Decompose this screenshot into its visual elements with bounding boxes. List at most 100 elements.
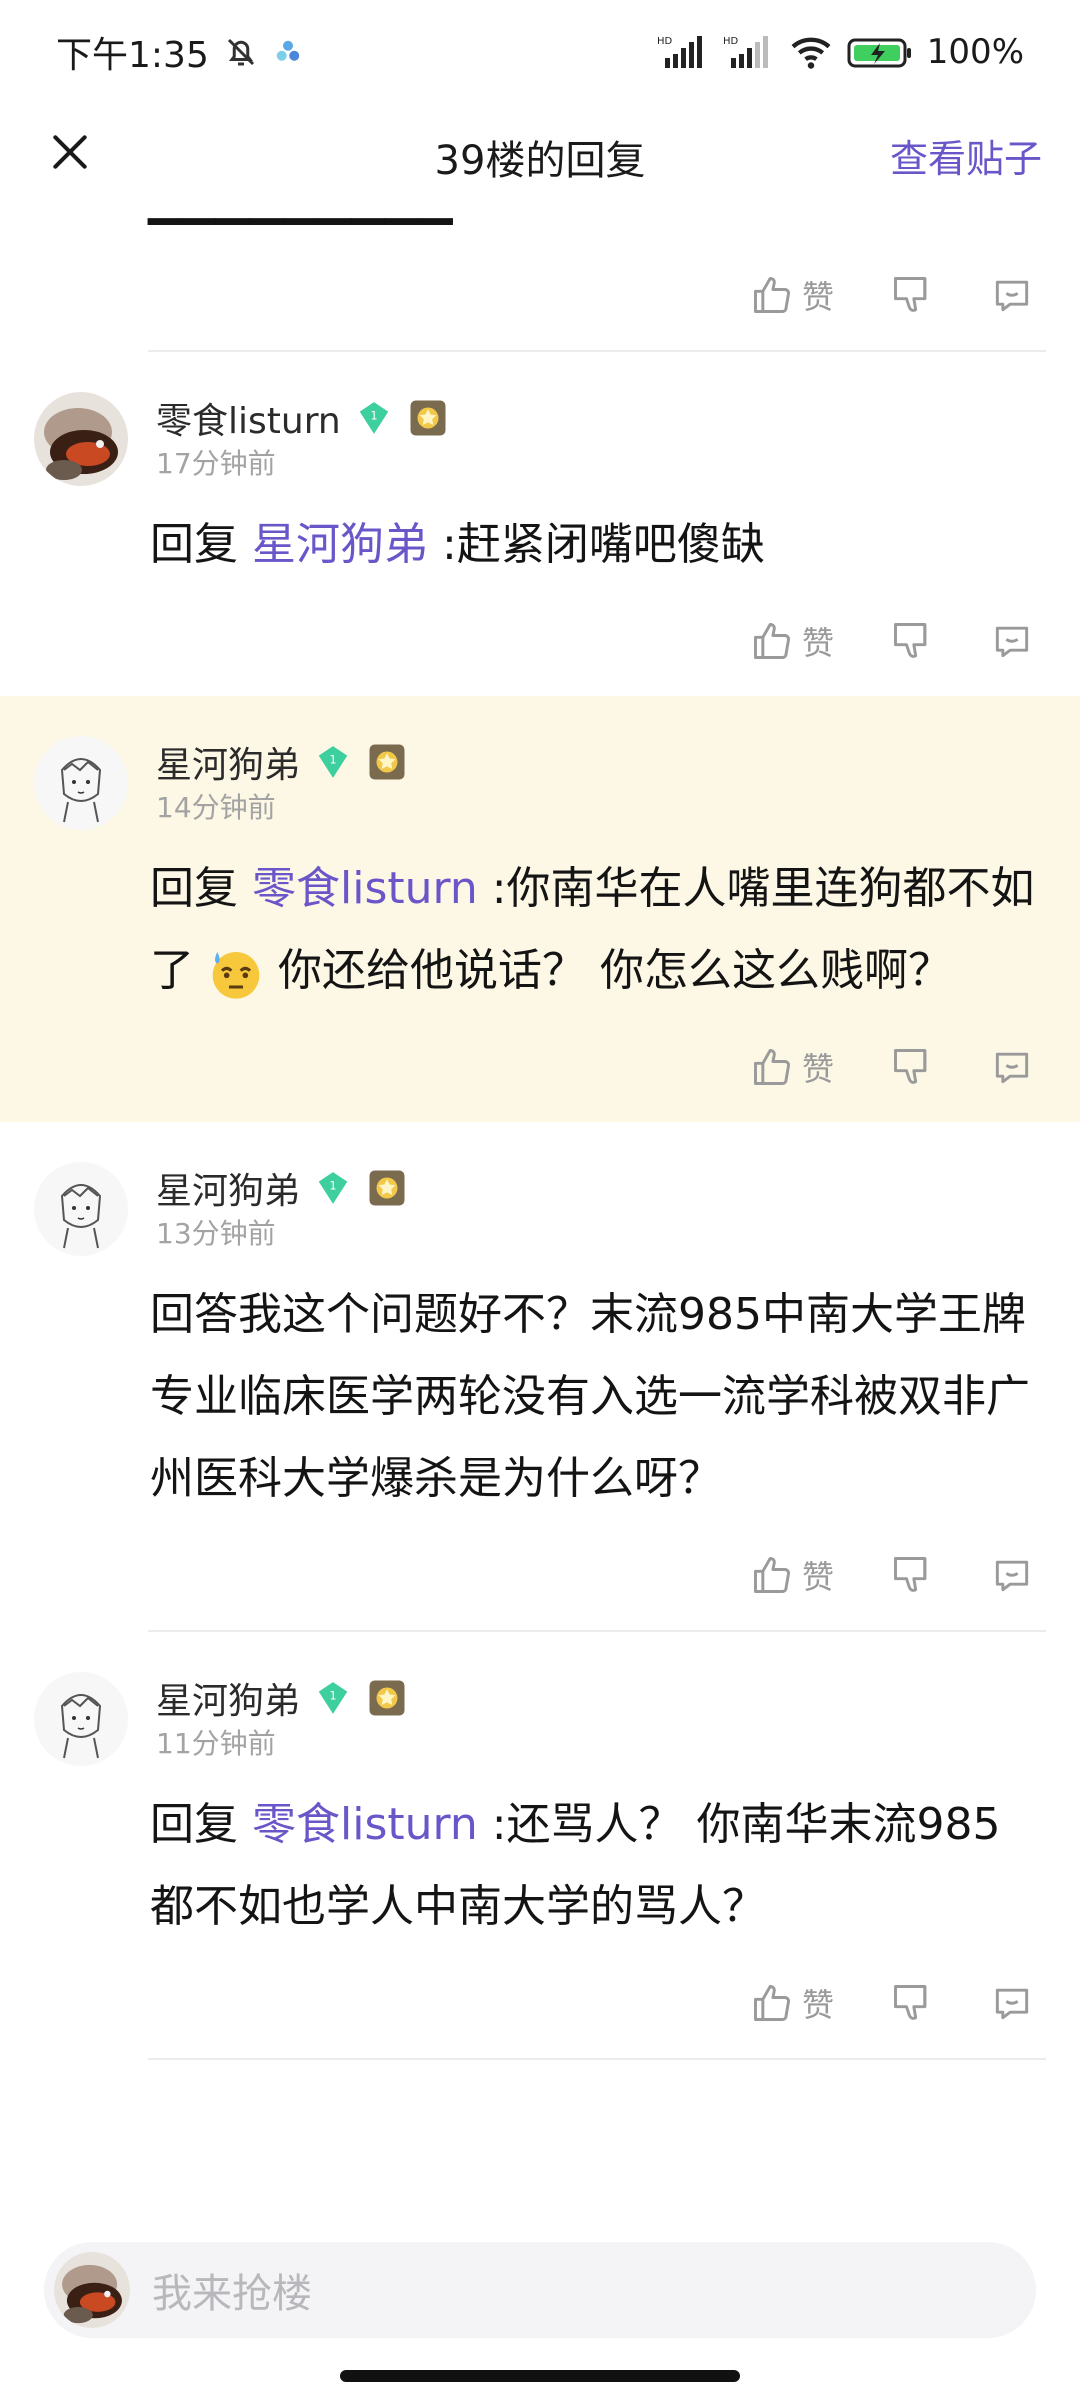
avatar[interactable]	[34, 736, 128, 830]
comment-text: :赶紧闭嘴吧傻缺	[442, 519, 765, 570]
comment-time: 17分钟前	[156, 447, 276, 480]
comment-actions: 赞	[0, 240, 1080, 350]
reply-prefix: 回复	[150, 1799, 238, 1850]
level-badge-icon: 1	[318, 1172, 348, 1204]
comment-icon	[995, 1560, 1029, 1592]
dislike-button[interactable]	[890, 1553, 934, 1597]
hd-signal-icon: HD	[723, 36, 768, 68]
dislike-button[interactable]	[890, 619, 934, 663]
level-badge-icon: 1	[359, 402, 388, 434]
level-badge-icon: 1	[318, 1682, 348, 1714]
dislike-button[interactable]	[890, 273, 934, 317]
reply-button[interactable]	[990, 1045, 1034, 1089]
username[interactable]: 星河狗弟	[156, 736, 300, 788]
comment-item[interactable]: 零食listurn 1 17分钟前 回复 星河狗弟:赶紧闭嘴吧傻缺 赞	[0, 352, 1080, 696]
medal-icon	[369, 744, 405, 780]
status-bar: 下午1:35 HD HD 100%	[0, 0, 1080, 104]
reply-button[interactable]	[990, 1981, 1034, 2025]
svg-text:1: 1	[329, 1690, 336, 1703]
comment-icon	[995, 1988, 1029, 2020]
comment-icon	[995, 1052, 1029, 1084]
like-label: 赞	[801, 624, 834, 662]
thumbs-up-icon	[754, 1049, 790, 1085]
divider	[148, 2058, 1046, 2060]
comment-item-highlighted[interactable]: 星河狗弟 1 14分钟前 回复 零食listurn:你南华在人嘴里连狗都不如了 你还…	[0, 696, 1080, 1122]
thumbs-up-icon	[754, 277, 790, 313]
reply-button[interactable]	[990, 619, 1034, 663]
username[interactable]: 零食listurn	[156, 392, 341, 444]
comment-time: 14分钟前	[156, 791, 276, 824]
thumbs-down-icon	[894, 277, 927, 312]
like-button[interactable]: 赞	[750, 272, 834, 318]
comment-icon	[995, 626, 1029, 658]
mention-link[interactable]: 星河狗弟	[252, 519, 428, 570]
comment-item[interactable]: 星河狗弟 1 13分钟前 回答我这个问题好不？末流985中南大学王牌专业临床医学…	[0, 1122, 1080, 1632]
bell-muted-icon	[227, 38, 254, 66]
svg-text:HD: HD	[657, 36, 673, 47]
username[interactable]: 星河狗弟	[156, 1672, 300, 1724]
like-button[interactable]: 赞	[750, 618, 834, 664]
thumbs-up-icon	[754, 623, 790, 659]
comment-item[interactable]: 星河狗弟 1 11分钟前 回复 零食listurn:还骂人？ 你南华末流985都不…	[0, 1632, 1080, 2060]
reply-button[interactable]	[990, 1553, 1034, 1597]
comment-time: 11分钟前	[156, 1727, 276, 1760]
svg-text:HD: HD	[723, 36, 739, 47]
thumbs-down-icon	[894, 1985, 927, 2020]
comment-icon	[995, 280, 1029, 312]
svg-text:1: 1	[370, 410, 377, 423]
dislike-button[interactable]	[890, 1045, 934, 1089]
medal-icon	[369, 1680, 405, 1716]
reply-prefix: 回复	[150, 863, 238, 914]
reply-list[interactable]: ▁▁▁▁▁▁▁▁▁ 赞	[0, 200, 1080, 2060]
avatar[interactable]	[34, 1162, 128, 1256]
comment-text: 回答我这个问题好不？末流985中南大学王牌专业临床医学两轮没有入选一流学科被双非…	[150, 1289, 1030, 1504]
level-badge-icon: 1	[318, 746, 348, 778]
reply-input-placeholder: 我来抢楼	[152, 2271, 312, 2317]
status-time: 下午1:35	[56, 35, 209, 76]
like-label: 赞	[801, 1558, 834, 1596]
comment-body: 回复 零食listurn:还骂人？ 你南华末流985都不如也学人中南大学的骂人？	[0, 1762, 1080, 1948]
comment-actions: 赞	[0, 1520, 1080, 1630]
dislike-button[interactable]	[890, 1981, 934, 2025]
comment-body: 回答我这个问题好不？末流985中南大学王牌专业临床医学两轮没有入选一流学科被双非…	[0, 1252, 1080, 1520]
like-button[interactable]: 赞	[750, 1044, 834, 1090]
mention-link[interactable]: 零食listurn	[252, 863, 478, 914]
medal-icon	[410, 400, 446, 436]
svg-text:1: 1	[329, 754, 336, 767]
like-label: 赞	[801, 278, 834, 316]
avatar[interactable]	[34, 1672, 128, 1766]
mention-link[interactable]: 零食listurn	[252, 1799, 478, 1850]
thumbs-down-icon	[894, 1049, 927, 1084]
comment-body: 回复 零食listurn:你南华在人嘴里连狗都不如了 你还给他说话？ 你怎么这么贱啊…	[0, 826, 1080, 1012]
scrolled-comment-remnant: ▁▁▁▁▁▁▁▁▁	[0, 200, 1080, 240]
avatar[interactable]	[34, 392, 128, 486]
battery-charging-icon	[847, 38, 911, 68]
comment-time: 13分钟前	[156, 1217, 276, 1250]
thumbs-down-icon	[894, 623, 927, 658]
like-button[interactable]: 赞	[750, 1980, 834, 2026]
home-indicator[interactable]	[340, 2370, 740, 2382]
svg-text:1: 1	[329, 1180, 336, 1193]
sweat-emoji-icon	[212, 952, 260, 999]
view-post-link[interactable]: 查看贴子	[890, 128, 1042, 183]
like-button[interactable]: 赞	[750, 1552, 834, 1598]
comment-text: 你还给他说话？ 你怎么这么贱啊？	[278, 945, 952, 996]
wifi-icon	[791, 37, 831, 69]
scrolled-text-remnant: ▁▁▁▁▁▁▁▁▁	[148, 200, 453, 225]
app-notification-icon	[276, 40, 300, 61]
avatar	[54, 2252, 130, 2328]
username[interactable]: 星河狗弟	[156, 1162, 300, 1214]
battery-percentage: 100%	[926, 32, 1024, 72]
medal-icon	[369, 1170, 405, 1206]
reply-input[interactable]: 我来抢楼	[44, 2242, 1036, 2338]
comment-body: 回复 星河狗弟:赶紧闭嘴吧傻缺	[0, 482, 1080, 586]
thumbs-down-icon	[894, 1557, 927, 1592]
bottom-bar: 我来抢楼	[0, 2222, 1080, 2400]
hd-signal-icon: HD	[657, 36, 702, 68]
thumbs-up-icon	[754, 1557, 790, 1593]
like-label: 赞	[801, 1986, 834, 2024]
reply-button[interactable]	[990, 273, 1034, 317]
header: 39楼的回复 查看贴子	[0, 104, 1080, 200]
like-label: 赞	[801, 1050, 834, 1088]
comment-actions: 赞	[0, 1948, 1080, 2058]
